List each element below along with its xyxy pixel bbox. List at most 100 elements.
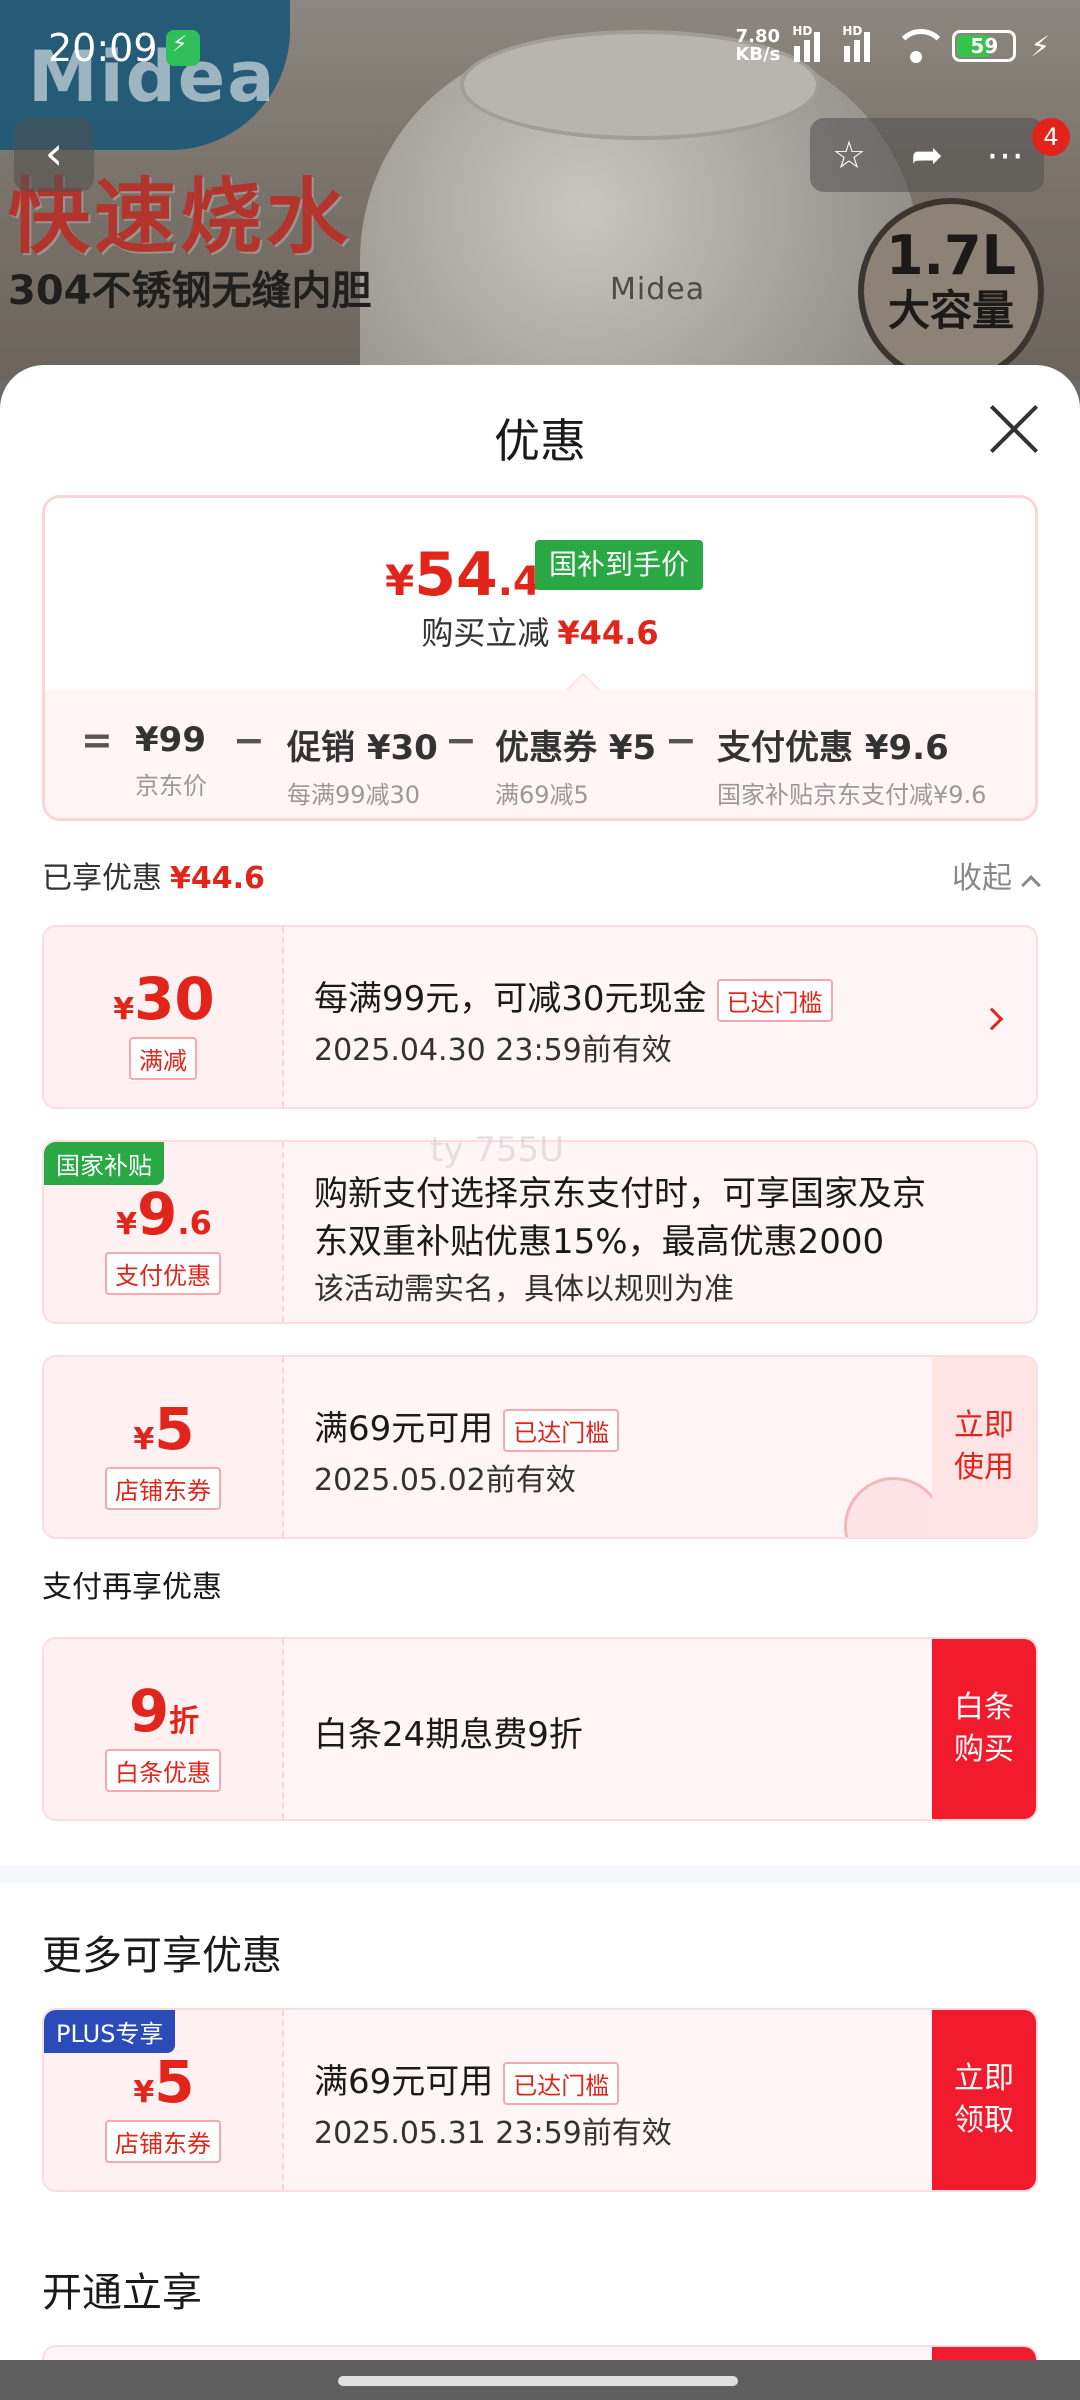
coupon-unit: 折 (169, 1704, 200, 1739)
coupon-validity: 2025.04.30 23:59前有效 (314, 1033, 672, 1068)
national-subsidy-tag: 国家补贴 (44, 1142, 164, 1185)
coupon-type-tag: 店铺东券 (105, 1467, 221, 1510)
subsidy-price-tag: 国补到手价 (535, 540, 703, 590)
network-speed: 7.80 KB/s (735, 28, 780, 64)
coupon-currency: ¥ (133, 1422, 155, 1457)
coupon-amount: 9折 (44, 1677, 284, 1745)
price-calculation: = ¥99 京东价 − 促销 ¥30 每满99减30 − 优惠券 ¥5 满69减… (45, 690, 1035, 818)
coupon-validity: 2025.05.02前有效 (314, 1463, 576, 1498)
chevron-up-icon (1021, 875, 1041, 895)
coupon-value: 5 (154, 2048, 195, 2116)
capacity-value: 1.7L (885, 224, 1017, 287)
coupon-baitiao: 9折 白条优惠 白条24期息费9折 白条 购买 (42, 1637, 1038, 1821)
coupon-amount-panel: ¥5 店铺东券 (44, 1357, 284, 1537)
coupon-details: 满69元可用 已达门槛 2025.05.31 23:59前有效 (314, 2010, 1036, 2190)
coupon-details: 每满99元，可减30元现金 已达门槛 2025.04.30 23:59前有效 (314, 927, 1036, 1107)
price-summary-card: ¥ 54 .4 国补到手价 购买立减 ¥44.6 = ¥99 京东价 − 促销 ¥… (42, 495, 1038, 821)
coupon-type-tag: 店铺东券 (105, 2120, 221, 2163)
calc-value: 支付优惠 ¥9.6 (717, 728, 949, 768)
threshold-tag: 已达门槛 (503, 1409, 620, 1452)
coupon-rule: 每满99元，可减30元现金 已达门槛 (314, 971, 833, 1022)
coupon-value: 9 (137, 1180, 178, 1248)
plus-exclusive-tag: PLUS专享 (44, 2010, 176, 2053)
baitiao-buy-label-2: 购买 (954, 1732, 1014, 1767)
star-icon[interactable]: ☆ (819, 133, 879, 177)
coupon-rule-text: 每满99元，可减30元现金 (314, 979, 707, 1019)
coupon-plus-exclusive: PLUS专享 ¥5 店铺东券 满69元可用 已达门槛 2025.05.31 23:… (42, 2008, 1038, 2192)
threshold-tag: 已达门槛 (503, 2062, 620, 2105)
battery-level: 59 (970, 34, 999, 58)
coupon-store: ¥5 店铺东券 满69元可用 已达门槛 2025.05.02前有效 立即使用 (42, 1355, 1038, 1539)
enjoyed-discount-row: 已享优惠 ¥44.6 (42, 853, 265, 897)
claim-now-button[interactable]: 立即 领取 (932, 2010, 1036, 2190)
status-indicators: 7.80 KB/s HD HD 59 ⚡ (735, 24, 1050, 64)
coupon-amount: ¥30 (44, 965, 284, 1033)
coupon-type-tag: 支付优惠 (105, 1252, 221, 1295)
coupon-currency: ¥ (113, 992, 135, 1027)
close-icon[interactable] (988, 403, 1040, 455)
coupon-details: 白条24期息费9折 (314, 1639, 1036, 1819)
section-divider (0, 1865, 1080, 1883)
calc-sub: 满69减5 (495, 781, 589, 809)
calc-value: 促销 ¥30 (287, 728, 438, 768)
signal-icon: HD (792, 24, 830, 62)
use-now-button[interactable]: 立即 使用 (932, 1357, 1036, 1537)
minus-sign: − (233, 718, 265, 762)
promo-subline: 304不锈钢无缝内胆 (8, 268, 372, 314)
coupon-details: 购新支付选择京东支付时，可享国家及京 东双重补贴优惠15%，最高优惠2000 该… (314, 1142, 1036, 1322)
baitiao-buy-label-1: 白条 (954, 1690, 1014, 1725)
baitiao-buy-button[interactable]: 白条 购买 (932, 1639, 1036, 1819)
calc-sub: 国家补贴京东支付减¥9.6 (717, 781, 987, 809)
kettle-logo: Midea (610, 272, 706, 307)
final-price: ¥ 54 .4 (385, 540, 541, 610)
coupon-amount: ¥5 (44, 2048, 284, 2116)
top-action-group: ☆ ➦ ⋯ (810, 118, 1044, 192)
coupon-type-tag: 满减 (129, 1037, 197, 1080)
coupon-amount: ¥5 (44, 1395, 284, 1463)
collapse-button[interactable]: 收起 (952, 853, 1041, 897)
share-icon[interactable]: ➦ (897, 133, 957, 177)
wifi-icon (894, 29, 949, 63)
capacity-badge: 1.7L 大容量 (858, 198, 1044, 380)
watermark: ty 755U (430, 1130, 565, 1170)
open-section-title: 开通立享 (42, 2270, 202, 2316)
coupon-amount: ¥9.6 (44, 1180, 284, 1248)
message-badge: 4 (1032, 118, 1070, 156)
coupon-validity: 2025.05.31 23:59前有效 (314, 2116, 672, 2151)
minus-sign: − (445, 718, 477, 762)
equals-sign: = (81, 718, 113, 762)
enjoyed-label: 已享优惠 (42, 861, 162, 896)
coupon-note: 该活动需实名，具体以规则为准 (314, 1272, 734, 1307)
coupon-value: 5 (154, 1395, 195, 1463)
battery-icon: 59 (952, 30, 1017, 62)
security-shield-icon (166, 30, 200, 66)
calc-payment: 支付优惠 ¥9.6 国家补贴京东支付减¥9.6 (717, 720, 986, 810)
sheet-title: 优惠 (494, 414, 586, 468)
enjoyed-amount: ¥44.6 (170, 861, 265, 896)
buy-discount-amount: ¥44.6 (557, 614, 659, 652)
minus-sign: − (665, 718, 697, 762)
back-button[interactable]: ‹ (14, 118, 94, 192)
home-indicator[interactable] (338, 2376, 738, 2386)
claim-now-label-1: 立即 (954, 2061, 1014, 2096)
coupon-rule-text: 满69元可用 (314, 1409, 494, 1449)
pay-section-title: 支付再享优惠 (42, 1570, 222, 1605)
use-now-label-1: 立即 (954, 1408, 1014, 1443)
chevron-right-icon (980, 1007, 1004, 1031)
buy-discount-label: 购买立减 (421, 614, 550, 652)
coupon-full-reduction[interactable]: ¥30 满减 每满99元，可减30元现金 已达门槛 2025.04.30 23:5… (42, 925, 1038, 1109)
more-icon[interactable]: ⋯ (975, 133, 1035, 177)
coupon-value: 9 (128, 1677, 170, 1745)
calc-coupon: 优惠券 ¥5 满69减5 (495, 720, 656, 810)
signal-icon: HD (842, 24, 880, 62)
capacity-label: 大容量 (887, 286, 1014, 335)
use-now-label-2: 使用 (954, 1450, 1014, 1485)
claim-now-label-2: 领取 (954, 2103, 1014, 2138)
coupon-value: 30 (134, 965, 215, 1033)
buy-discount-line: 购买立减 ¥44.6 (45, 608, 1035, 654)
price-summary-top: ¥ 54 .4 国补到手价 购买立减 ¥44.6 (45, 498, 1035, 688)
calc-promotion: 促销 ¥30 每满99减30 (287, 720, 438, 810)
more-section-title: 更多可享优惠 (42, 1933, 282, 1979)
hd-label: HD (792, 24, 813, 38)
coupon-value-decimal: .6 (177, 1204, 212, 1242)
